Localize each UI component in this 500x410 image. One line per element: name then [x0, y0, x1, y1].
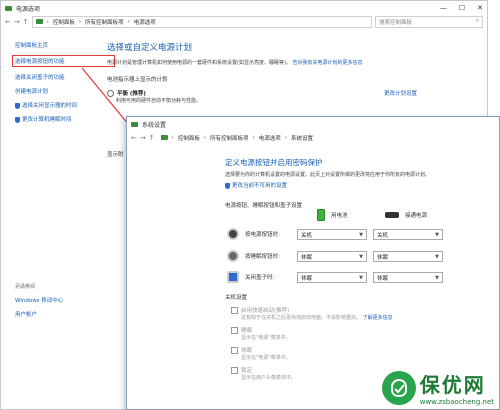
lid-row: 关闭盖子时:	[227, 271, 297, 283]
plug-icon	[385, 212, 399, 218]
up-icon[interactable]: ↑	[149, 134, 155, 142]
battery-icon	[317, 209, 325, 221]
window-title: 系统设置	[142, 121, 167, 129]
chevron-down-icon: ▼	[435, 253, 439, 260]
lock-checkbox[interactable]: 锁定 显示在用户头像菜单中。	[231, 366, 296, 381]
breadcrumb-item[interactable]: 控制面板	[178, 134, 200, 142]
address-bar[interactable]: › 控制面板 › 所有控制面板项 › 电源选项 › 系统设置	[158, 133, 495, 143]
power-button-battery-select[interactable]: 关机 ▼	[297, 229, 367, 240]
description: 选择要为你的计算机设置的电源设置。此页上对设置所做的更改将应用于你所有的电源计划…	[225, 172, 431, 178]
shield-icon	[225, 182, 230, 189]
watermark: 保优网 www.zsbaocheng.net	[381, 369, 494, 406]
lid-plugged-select[interactable]: 休眠 ▼	[373, 272, 443, 283]
watermark-url: www.zsbaocheng.net	[419, 398, 494, 406]
col-battery: 用电池	[317, 209, 348, 221]
breadcrumb-item[interactable]: 电源选项	[259, 134, 281, 142]
watermark-title: 保优网	[419, 373, 486, 397]
brand-logo-icon	[381, 370, 416, 405]
forward-icon[interactable]: →	[140, 134, 146, 142]
fast-startup-checkbox[interactable]: 启用快速启动(推荐) 这有助于在关机之后更快地启动电脑。不会影响重启。 了解更多…	[231, 306, 393, 321]
page-title: 定义电源按钮并启用密码保护	[225, 158, 323, 167]
chevron-down-icon: ▼	[435, 274, 439, 281]
breadcrumb-item[interactable]: 系统设置	[291, 134, 313, 142]
change-unavailable-settings-link[interactable]: 更改当前不可用的设置	[225, 181, 495, 189]
hibernate-checkbox[interactable]: 休眠 显示在"电源"菜单中。	[231, 346, 291, 361]
title-bar: 系统设置	[127, 117, 499, 131]
chevron-down-icon: ▼	[359, 274, 363, 281]
back-icon[interactable]: ←	[131, 134, 137, 142]
sleep-checkbox[interactable]: 睡眠 显示在"电源"菜单中。	[231, 326, 291, 341]
address-row: ← → ↑ › 控制面板 › 所有控制面板项 › 电源选项 › 系统设置	[127, 131, 499, 144]
sleep-button-plugged-select[interactable]: 休眠 ▼	[373, 251, 443, 262]
sleep-button-row: 按睡眠按钮时:	[227, 250, 297, 262]
col-plugged: 接通电源	[385, 211, 427, 219]
power-button-icon	[227, 228, 239, 240]
sleep-button-icon	[227, 250, 239, 262]
chevron-down-icon: ▼	[359, 231, 363, 238]
system-settings-window: 系统设置 ← → ↑ › 控制面板 › 所有控制面板项 › 电源选项 › 系统设置 定义…	[126, 116, 500, 410]
power-button-plugged-select[interactable]: 关机 ▼	[373, 229, 443, 240]
shutdown-group-label: 关机设置	[225, 295, 248, 301]
chevron-down-icon: ▼	[435, 231, 439, 238]
breadcrumb-item[interactable]: 所有控制面板项	[210, 134, 249, 142]
chevron-down-icon: ▼	[359, 253, 363, 260]
learn-more-link[interactable]: 了解更多信息	[363, 315, 393, 321]
sleep-button-battery-select[interactable]: 休眠 ▼	[297, 251, 367, 262]
lid-battery-select[interactable]: 休眠 ▼	[297, 272, 367, 283]
main-content: 定义电源按钮并启用密码保护 选择要为你的计算机设置的电源设置。此页上对设置所做的…	[225, 157, 495, 215]
laptop-lid-icon	[227, 271, 239, 283]
button-group-label: 电源按钮、睡眠按钮和盖子设置	[225, 203, 303, 209]
control-panel-icon	[131, 121, 138, 127]
control-panel-icon	[160, 135, 168, 140]
power-button-row: 按电源按钮时:	[227, 228, 297, 240]
